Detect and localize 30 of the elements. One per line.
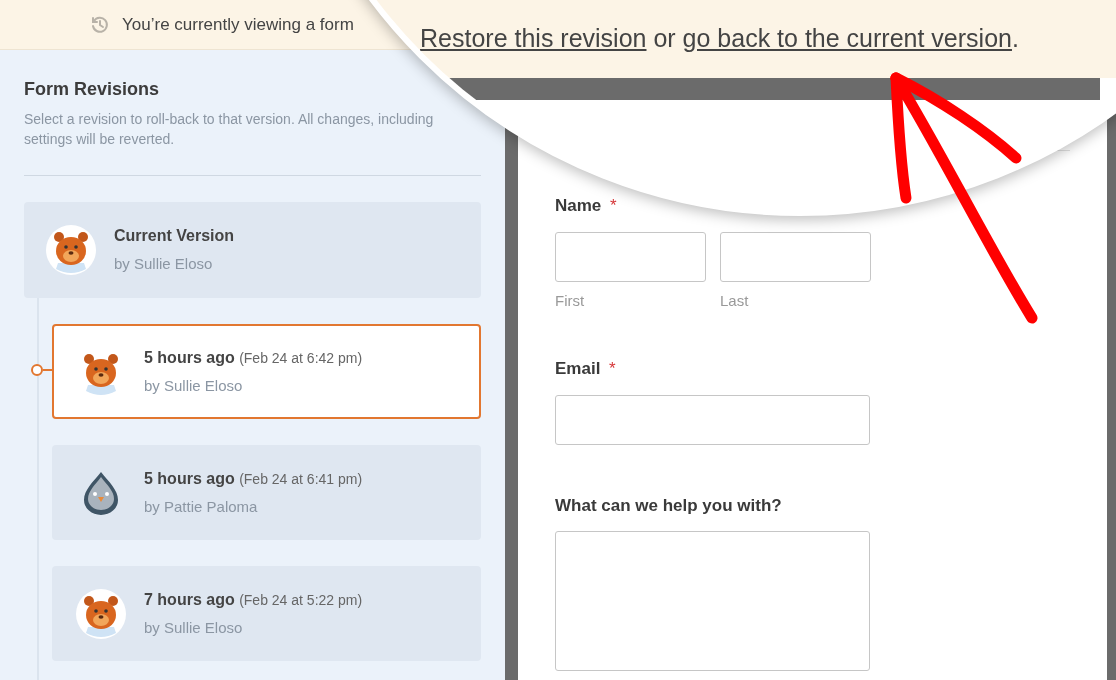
revision-card[interactable]: Current Version by Sullie Eloso: [24, 202, 481, 298]
restore-link[interactable]: Restore this revision: [420, 24, 647, 53]
revision-title: Current Version: [114, 226, 235, 247]
restore-message: Restore this revision or go back to the current version.: [420, 23, 1019, 55]
revision-author: by Sullie Eloso: [114, 254, 214, 275]
input-field[interactable]: [555, 231, 706, 282]
field-label: Name *: [555, 195, 618, 217]
revision-author: by Sullie Eloso: [144, 375, 244, 396]
revision-title: 5 hours ago (Feb 24 at 6:41 pm): [144, 468, 363, 489]
input-field[interactable]: [720, 231, 871, 282]
sub-label: First: [555, 290, 586, 311]
input-field[interactable]: [555, 394, 870, 445]
panel-title: Form Revisions: [24, 78, 161, 101]
revision-card[interactable]: 7 hours ago (Feb 24 at 5:22 pm) by Sullie Eloso: [52, 566, 481, 661]
current-version-link[interactable]: go back to the current version: [682, 24, 1012, 53]
bear-avatar-icon: [76, 588, 126, 639]
notice-text: You’re currently viewing a form: [122, 13, 354, 36]
panel-description: Select a revision to roll-back to that version. All changes, including settings will be reverted.: [24, 110, 435, 149]
text-area[interactable]: [555, 531, 870, 671]
revision-card[interactable]: 5 hours ago (Feb 24 at 6:42 pm) by Sullie Eloso: [52, 324, 481, 419]
revision-card[interactable]: 5 hours ago (Feb 24 at 6:41 pm) by Pattie Paloma: [52, 445, 481, 540]
history-icon: [90, 14, 110, 35]
revision-author: by Pattie Paloma: [144, 496, 259, 517]
field-label: What can we help you with?: [555, 494, 783, 517]
bear-avatar-icon: [46, 225, 96, 275]
revision-author: by Sullie Eloso: [144, 617, 244, 638]
field-label: Email *: [555, 358, 617, 380]
revision-title: 7 hours ago (Feb 24 at 5:22 pm): [144, 589, 363, 610]
revision-title: 5 hours ago (Feb 24 at 6:42 pm): [144, 347, 363, 368]
sub-label: Last: [720, 290, 750, 311]
